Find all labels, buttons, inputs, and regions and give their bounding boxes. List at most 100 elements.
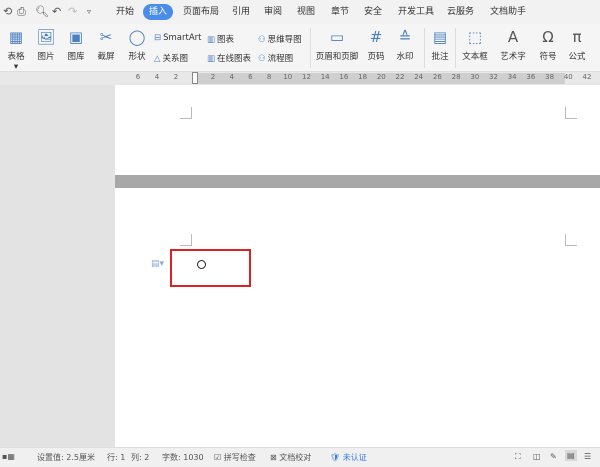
- header-footer-button[interactable]: ▭ 页眉和页脚: [315, 26, 359, 62]
- ruler-tick: 34: [507, 73, 517, 81]
- tab-4[interactable]: 审阅: [258, 4, 288, 20]
- comment-icon: ▤: [432, 28, 448, 46]
- tab-9[interactable]: 云服务: [441, 4, 480, 20]
- ruler-tick: 4: [154, 73, 160, 81]
- col-indicator: 列: 2: [131, 453, 150, 462]
- undo-icon[interactable]: ↶: [52, 5, 61, 18]
- ruler-tick: 14: [320, 73, 330, 81]
- watermark-button[interactable]: ≙ 水印: [392, 26, 418, 62]
- ruler-tick: 18: [358, 73, 368, 81]
- ruler-tick: 20: [376, 73, 386, 81]
- tab-2[interactable]: 页面布局: [177, 4, 225, 20]
- scissors-icon: ✂: [99, 28, 113, 46]
- redo-icon[interactable]: ↷: [68, 5, 77, 18]
- margin-corner: [565, 107, 577, 119]
- page[interactable]: ▤▾: [115, 188, 600, 447]
- margin-corner: [180, 107, 192, 119]
- smartart-button[interactable]: ⊟ SmartArt: [154, 33, 201, 43]
- read-mode-icon[interactable]: ◫: [533, 452, 541, 461]
- ruler-tick: 12: [302, 73, 311, 81]
- header-footer-icon: ▭: [329, 28, 345, 46]
- gallery-button[interactable]: ▣ 图库: [63, 26, 89, 62]
- table-icon: ▦: [8, 28, 24, 46]
- ruler-tick: 24: [414, 73, 424, 81]
- ruler-tick: 30: [470, 73, 480, 81]
- mindmap-icon: ⚇: [258, 35, 266, 45]
- row-indicator: 行: 1: [107, 453, 126, 462]
- ruler-tick: 26: [432, 73, 442, 81]
- margin-corner: [180, 234, 192, 246]
- page[interactable]: [115, 85, 600, 175]
- chart-icon: ▥: [207, 35, 216, 45]
- page-number-icon: #: [369, 28, 383, 46]
- dropdown-icon[interactable]: ▿: [87, 7, 91, 16]
- print-preview-icon[interactable]: 🔍︎: [35, 5, 49, 18]
- ruler-tick: 10: [283, 73, 293, 81]
- word-count[interactable]: 字数: 1030: [162, 452, 204, 463]
- print-icon[interactable]: ⎙: [17, 5, 26, 19]
- tab-10[interactable]: 文档助手: [484, 4, 532, 20]
- spell-check-button[interactable]: ☑ 拼写检查: [214, 452, 256, 463]
- tab-7[interactable]: 安全: [358, 4, 388, 20]
- ruler-tick: 16: [339, 73, 349, 81]
- mindmap-button[interactable]: ⚇ 思维导图: [258, 33, 302, 45]
- formula-button[interactable]: π 公式: [566, 26, 588, 62]
- comment-button[interactable]: ▤ 批注: [428, 26, 452, 62]
- tab-8[interactable]: 开发工具: [392, 4, 440, 20]
- shape-icon: ◯: [128, 28, 146, 46]
- ribbon: ▦ 表格 ▾ 🖼︎ 图片 ▣ 图库 ✂ 截屏 ◯ 形状 ⊟ SmartArt △ 关系图 ▥ 图表…: [0, 24, 600, 72]
- flowchart-icon: ⚇: [258, 54, 266, 64]
- screenshot-button[interactable]: ✂ 截屏: [93, 26, 119, 62]
- gallery-icon: ▣: [68, 28, 84, 46]
- tab-1[interactable]: 插入: [143, 4, 174, 20]
- shape-button[interactable]: ◯ 形状: [124, 26, 150, 62]
- relation-button[interactable]: △ 关系图: [154, 52, 188, 64]
- paragraph-icon[interactable]: ▤▾: [151, 259, 164, 269]
- ruler-tick: 38: [545, 73, 555, 81]
- picture-button[interactable]: 🖼︎ 图片: [33, 26, 59, 62]
- divider: [424, 28, 425, 68]
- divider: [455, 28, 456, 68]
- status-bar: ▪▦ 设置值: 2.5厘米 行: 1 列: 2 字数: 1030 ☑ 拼写检查 …: [0, 447, 600, 467]
- fullscreen-icon[interactable]: ⛶: [515, 452, 521, 462]
- online-chart-button[interactable]: ▥ 在线图表: [207, 52, 251, 64]
- textbox-button[interactable]: ⬚ 文本框: [460, 26, 490, 62]
- tab-6[interactable]: 章节: [325, 4, 355, 20]
- wordart-button[interactable]: A 艺术字: [498, 26, 528, 62]
- indent-marker[interactable]: [192, 72, 198, 84]
- certification-button[interactable]: 🛡︎ 未认证: [330, 452, 367, 463]
- page-view-icon[interactable]: ▤: [565, 450, 577, 461]
- table-button[interactable]: ▦ 表格 ▾: [3, 26, 29, 72]
- pen-icon[interactable]: ✎: [550, 452, 557, 461]
- proofread-button[interactable]: ⊠ 文档校对: [270, 452, 311, 463]
- setting-value: 设置值: 2.5厘米: [37, 453, 95, 462]
- tab-5[interactable]: 视图: [291, 4, 321, 20]
- tab-3[interactable]: 引用: [226, 4, 256, 20]
- symbol-button[interactable]: Ω 符号: [536, 26, 560, 62]
- highlight-box: [170, 249, 251, 287]
- page-number-button[interactable]: # 页码: [363, 26, 389, 62]
- divider: [310, 28, 311, 68]
- web-view-icon[interactable]: ☰: [584, 452, 591, 461]
- keyboard-icon[interactable]: ▪▦: [2, 452, 15, 461]
- omega-icon: Ω: [542, 28, 554, 46]
- ruler-tick: 2: [210, 73, 216, 81]
- ruler-tick: 2: [173, 73, 179, 81]
- ruler-tick: 42: [582, 73, 592, 81]
- textbox-icon: ⬚: [467, 28, 483, 46]
- flowchart-button[interactable]: ⚇ 流程图: [258, 52, 293, 64]
- ruler[interactable]: 6 4 2 2 4 6 8 10 12 14 16 18 20 22 24 26 28 30 32 34 36 38 40 4…: [0, 72, 600, 85]
- ruler-tick: 36: [526, 73, 536, 81]
- wordart-icon: A: [507, 28, 519, 46]
- watermark-icon: ≙: [398, 28, 412, 46]
- format-painter-icon[interactable]: ⟲: [3, 5, 12, 18]
- online-chart-icon: ▥: [207, 54, 216, 64]
- picture-icon: 🖼︎: [36, 28, 56, 46]
- relation-icon: △: [154, 54, 161, 64]
- tab-0[interactable]: 开始: [110, 4, 140, 20]
- margin-corner: [565, 234, 577, 246]
- ruler-tick: 32: [489, 73, 498, 81]
- chart-button[interactable]: ▥ 图表: [207, 33, 234, 45]
- pi-icon: π: [572, 28, 582, 46]
- ruler-tick: 40: [563, 73, 573, 81]
